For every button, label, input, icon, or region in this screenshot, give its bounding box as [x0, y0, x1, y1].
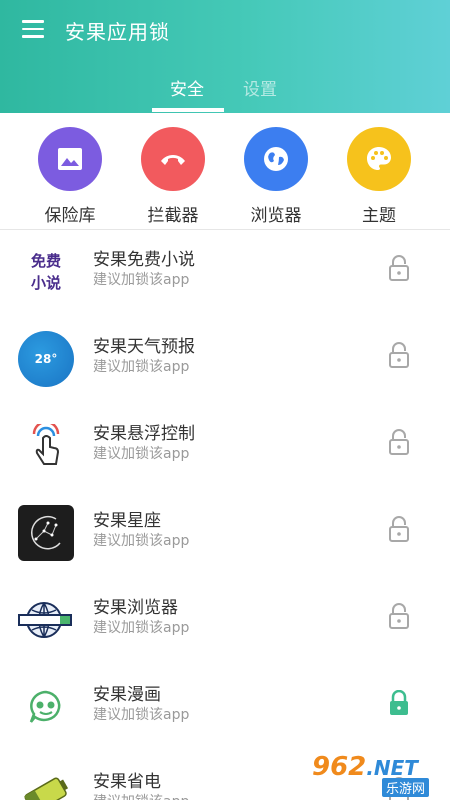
chat-bubble-face-icon — [18, 679, 74, 735]
tab-security[interactable]: 安全 — [170, 75, 204, 100]
quick-actions: 保险库 拦截器 浏览器 主题 — [0, 113, 450, 230]
lock-open-icon[interactable] — [388, 429, 410, 455]
interceptor-label: 拦截器 — [147, 206, 199, 226]
theme-button[interactable]: 主题 — [334, 127, 424, 226]
novel-icon-text-bottom: 小说 — [30, 274, 61, 292]
list-item-comic[interactable]: 安果漫画 建议加锁该app — [0, 666, 450, 753]
novel-app-icon: 免费 小说 — [18, 244, 74, 300]
tab-settings[interactable]: 设置 — [243, 75, 277, 100]
lock-open-icon[interactable] — [388, 516, 410, 542]
globe-icon — [244, 127, 308, 191]
app-subtitle: 建议加锁该app — [93, 446, 190, 462]
theme-label: 主题 — [362, 206, 396, 226]
vault-label: 保险库 — [44, 206, 96, 226]
watermark-suffix: .NET — [366, 756, 418, 780]
vault-button[interactable]: 保险库 — [25, 127, 115, 226]
browser-label: 浏览器 — [250, 206, 302, 226]
app-subtitle: 建议加锁该app — [93, 272, 190, 288]
app-subtitle: 建议加锁该app — [93, 620, 190, 636]
lock-closed-icon[interactable] — [388, 690, 410, 716]
app-subtitle: 建议加锁该app — [93, 707, 190, 723]
list-item-constellation[interactable]: 安果星座 建议加锁该app — [0, 492, 450, 579]
app-subtitle: 建议加锁该app — [93, 533, 190, 549]
app-subtitle: 建议加锁该app — [93, 359, 190, 375]
image-icon — [38, 127, 102, 191]
lock-open-icon[interactable] — [388, 603, 410, 629]
phone-hangup-icon — [141, 127, 205, 191]
app-header: 安果应用锁 安全 设置 — [0, 0, 450, 113]
novel-icon-text-top: 免费 — [30, 251, 61, 270]
app-name: 安果天气预报 — [93, 337, 195, 357]
constellation-app-icon — [18, 505, 74, 561]
app-name: 安果省电 — [93, 772, 161, 792]
list-item-weather[interactable]: 28° 安果天气预报 建议加锁该app — [0, 318, 450, 405]
palette-icon — [347, 127, 411, 191]
app-name: 安果悬浮控制 — [93, 424, 195, 444]
watermark-brand: 962 — [312, 752, 367, 782]
weather-app-icon: 28° — [18, 331, 74, 387]
app-name: 安果免费小说 — [93, 250, 195, 270]
list-item-browser[interactable]: 安果浏览器 建议加锁该app — [0, 579, 450, 666]
lock-open-icon[interactable] — [388, 342, 410, 368]
weather-icon-temp: 28° — [34, 352, 58, 366]
site-watermark: 962.NET 乐游网 — [312, 752, 446, 797]
app-name: 安果漫画 — [93, 685, 161, 705]
lock-open-icon[interactable] — [388, 255, 410, 281]
hamburger-menu-icon[interactable] — [22, 20, 44, 38]
list-item-float-control[interactable]: 安果悬浮控制 建议加锁该app — [0, 405, 450, 492]
app-name: 安果浏览器 — [93, 598, 178, 618]
globe-search-icon — [18, 592, 74, 648]
browser-button[interactable]: 浏览器 — [231, 127, 321, 226]
app-title: 安果应用锁 — [65, 20, 170, 44]
battery-app-icon — [18, 766, 74, 800]
interceptor-button[interactable]: 拦截器 — [128, 127, 218, 226]
watermark-caption: 乐游网 — [382, 778, 430, 797]
hand-tap-icon — [18, 418, 74, 474]
app-name: 安果星座 — [93, 511, 161, 531]
list-item-novel[interactable]: 免费 小说 安果免费小说 建议加锁该app — [0, 231, 450, 318]
active-tab-indicator — [152, 108, 224, 112]
app-subtitle: 建议加锁该app — [93, 791, 189, 800]
